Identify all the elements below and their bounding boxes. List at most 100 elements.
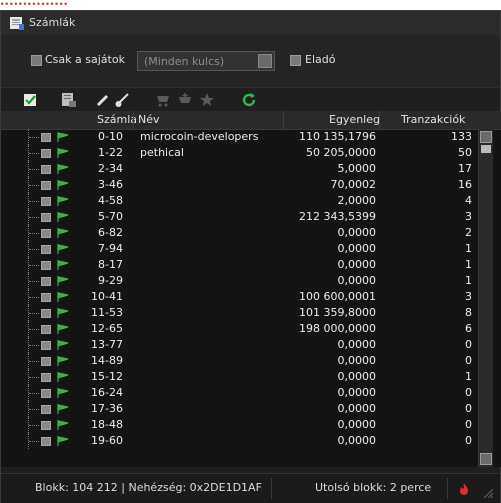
table-row[interactable]: 8-17 0,0000 1	[1, 257, 476, 273]
account-cell: 8-17	[98, 258, 123, 271]
row-checkbox[interactable]	[41, 405, 51, 414]
accounts-window: Számlák Csak a sajátok (Minden kulcs) El…	[0, 10, 501, 503]
table-row[interactable]: 0-10 microcoin-developers 110 135,1796 133	[1, 129, 476, 145]
resize-grip-icon[interactable]	[484, 489, 493, 498]
transactions-cell: 1	[465, 370, 472, 383]
seller-checkbox[interactable]	[290, 55, 301, 66]
table-row[interactable]: 1-22 pethical 50 205,0000 50	[1, 145, 476, 161]
balance-cell: 0,0000	[337, 242, 377, 255]
document-icon[interactable]	[61, 92, 77, 108]
table-row[interactable]: 10-41 100 600,0001 3	[1, 289, 476, 305]
scroll-down-button[interactable]	[480, 453, 492, 465]
account-cell: 7-94	[98, 242, 123, 255]
cart-icon[interactable]	[155, 92, 171, 108]
name-cell: microcoin-developers	[140, 130, 259, 143]
table-row[interactable]: 17-36 0,0000 0	[1, 401, 476, 417]
row-checkbox[interactable]	[41, 133, 51, 142]
brush-icon[interactable]	[114, 92, 130, 108]
transactions-cell: 0	[465, 386, 472, 399]
flag-icon	[57, 164, 69, 174]
flag-icon	[57, 388, 69, 398]
row-checkbox[interactable]	[41, 357, 51, 366]
row-checkbox[interactable]	[41, 293, 51, 302]
transactions-cell: 16	[458, 178, 472, 191]
column-header-account[interactable]: Számla	[97, 113, 137, 126]
balance-cell: 0,0000	[337, 258, 377, 271]
column-header-name[interactable]: Név	[138, 113, 160, 126]
row-checkbox[interactable]	[41, 181, 51, 190]
table-row[interactable]: 3-46 70,0002 16	[1, 177, 476, 193]
scroll-up-button[interactable]	[480, 131, 492, 143]
name-cell: pethical	[140, 146, 184, 159]
scroll-thumb[interactable]	[481, 145, 491, 153]
chevron-down-icon[interactable]	[258, 54, 272, 68]
table-row[interactable]: 15-12 0,0000 1	[1, 369, 476, 385]
cart-add-icon[interactable]	[177, 92, 193, 108]
row-checkbox[interactable]	[41, 389, 51, 398]
star-icon[interactable]	[199, 92, 215, 108]
transactions-cell: 0	[465, 418, 472, 431]
key-select[interactable]: (Minden kulcs)	[137, 51, 275, 71]
row-checkbox[interactable]	[41, 229, 51, 238]
row-checkbox[interactable]	[41, 213, 51, 222]
pencil-icon[interactable]	[95, 92, 111, 108]
column-header-balance[interactable]: Egyenleg	[329, 113, 380, 126]
row-checkbox[interactable]	[41, 341, 51, 350]
table-row[interactable]: 19-60 0,0000 0	[1, 433, 476, 449]
table-row[interactable]: 6-82 0,0000 2	[1, 225, 476, 241]
check-icon[interactable]	[23, 92, 39, 108]
table-row[interactable]: 4-58 2,0000 4	[1, 193, 476, 209]
balance-cell: 0,0000	[337, 274, 377, 287]
row-checkbox[interactable]	[41, 309, 51, 318]
transactions-cell: 3	[465, 290, 472, 303]
balance-cell: 5,0000	[337, 162, 377, 175]
flag-icon	[57, 132, 69, 142]
table-row[interactable]: 2-34 5,0000 17	[1, 161, 476, 177]
table-row[interactable]: 11-53 101 359,8000 8	[1, 305, 476, 321]
column-divider[interactable]	[379, 111, 380, 129]
table-row[interactable]: 12-65 198 000,0000 6	[1, 321, 476, 337]
balance-cell: 0,0000	[337, 354, 377, 367]
table-row[interactable]: 16-24 0,0000 0	[1, 385, 476, 401]
table-row[interactable]: 13-77 0,0000 0	[1, 337, 476, 353]
refresh-icon[interactable]	[241, 92, 257, 108]
flag-icon	[57, 404, 69, 414]
flag-icon	[57, 228, 69, 238]
balance-cell: 0,0000	[337, 370, 377, 383]
account-cell: 10-41	[91, 290, 123, 303]
table-row[interactable]: 5-70 212 343,5399 3	[1, 209, 476, 225]
vertical-scrollbar[interactable]	[478, 129, 493, 467]
transactions-cell: 0	[465, 434, 472, 447]
row-checkbox[interactable]	[41, 149, 51, 158]
table-row[interactable]: 14-89 0,0000 0	[1, 353, 476, 369]
row-checkbox[interactable]	[41, 261, 51, 270]
account-cell: 12-65	[91, 322, 123, 335]
fire-icon	[460, 483, 468, 495]
table-row[interactable]: 7-94 0,0000 1	[1, 241, 476, 257]
row-checkbox[interactable]	[41, 245, 51, 254]
transactions-cell: 133	[451, 130, 472, 143]
column-header-transactions[interactable]: Tranzakciók	[401, 113, 465, 126]
accounts-table: Számla Név Egyenleg Tranzakciók 0-10 micr…	[1, 111, 501, 467]
cropped-header: ...............	[0, 0, 501, 10]
transactions-cell: 0	[465, 354, 472, 367]
seller-label: Eladó	[305, 53, 336, 66]
transactions-cell: 1	[465, 242, 472, 255]
table-row[interactable]: 18-48 0,0000 0	[1, 417, 476, 433]
table-row[interactable]: 9-29 0,0000 1	[1, 273, 476, 289]
own-only-checkbox[interactable]	[31, 55, 42, 66]
column-divider[interactable]	[133, 111, 134, 129]
flag-icon	[57, 244, 69, 254]
row-checkbox[interactable]	[41, 421, 51, 430]
row-checkbox[interactable]	[41, 165, 51, 174]
row-checkbox[interactable]	[41, 277, 51, 286]
app-icon	[10, 17, 24, 30]
row-checkbox[interactable]	[41, 325, 51, 334]
row-checkbox[interactable]	[41, 197, 51, 206]
row-checkbox[interactable]	[41, 373, 51, 382]
column-divider[interactable]	[283, 111, 284, 129]
flag-icon	[57, 260, 69, 270]
row-checkbox[interactable]	[41, 437, 51, 446]
flag-icon	[57, 292, 69, 302]
account-cell: 5-70	[98, 210, 123, 223]
